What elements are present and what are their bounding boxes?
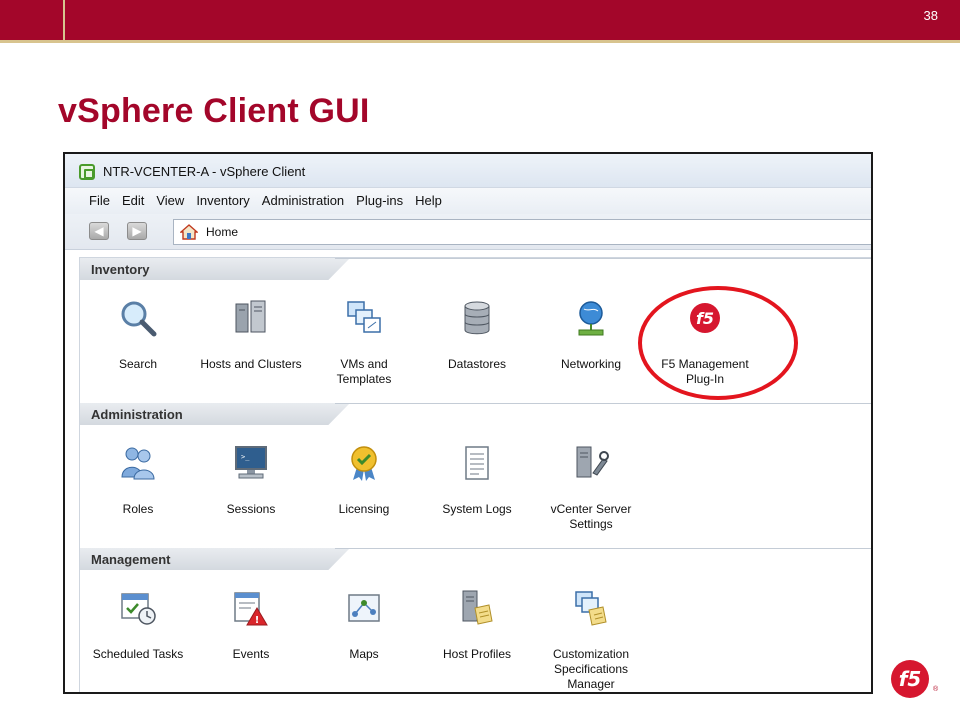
menu-inventory[interactable]: Inventory (190, 188, 255, 214)
host-profiles-icon (462, 590, 493, 625)
home-icon (180, 224, 198, 240)
datastore-icon (464, 301, 490, 335)
section-inventory: Inventory (80, 258, 871, 280)
section-label: Administration (91, 407, 183, 422)
vsphere-app-icon (79, 164, 95, 180)
tile-hosts-and-clusters[interactable]: Hosts and Clusters (191, 298, 311, 372)
scheduled-tasks-icon (121, 593, 156, 625)
customization-icon (575, 591, 607, 626)
slide-header-bar: 38 (0, 0, 960, 42)
licensing-icon (351, 446, 377, 481)
section-administration: Administration (80, 403, 871, 425)
address-bar[interactable]: Home (173, 219, 871, 245)
tile-scheduled-tasks[interactable]: Scheduled Tasks (78, 588, 198, 662)
events-icon: ! (234, 592, 268, 626)
hosts-clusters-icon (235, 300, 266, 333)
tile-search[interactable]: Search (78, 298, 198, 372)
networking-icon (578, 301, 604, 336)
menu-view[interactable]: View (150, 188, 190, 214)
forward-arrow-icon[interactable]: ▶ (127, 222, 147, 240)
header-gold-stripe (0, 40, 960, 43)
search-icon (121, 301, 157, 337)
tile-maps[interactable]: Maps (304, 588, 424, 662)
home-content: Inventory Search Hosts and Clusters VMs … (78, 257, 871, 692)
section-label: Management (91, 552, 171, 567)
toolbar: ◀ ▶ Home (65, 214, 871, 250)
tile-roles[interactable]: Roles (78, 443, 198, 517)
section-management: Management (80, 548, 871, 570)
tile-datastores[interactable]: Datastores (417, 298, 537, 372)
menubar: File Edit View Inventory Administration … (65, 188, 871, 214)
tile-licensing[interactable]: Licensing (304, 443, 424, 517)
f5-brand-logo: f5 (891, 660, 929, 698)
sessions-icon: >_ (235, 446, 267, 479)
window-titlebar: NTR-VCENTER-A - vSphere Client (65, 154, 871, 188)
svg-text:>_: >_ (241, 453, 250, 461)
menu-plug-ins[interactable]: Plug-ins (350, 188, 409, 214)
tile-vcenter-server-settings[interactable]: vCenter Server Settings (531, 443, 651, 532)
menu-help[interactable]: Help (409, 188, 448, 214)
svg-text:!: ! (255, 615, 260, 626)
tile-customization-specifications-manager[interactable]: Customization Specifications Manager (531, 588, 651, 692)
window-title: NTR-VCENTER-A - vSphere Client (103, 164, 306, 179)
tile-system-logs[interactable]: System Logs (417, 443, 537, 517)
registered-mark: ® (933, 686, 939, 693)
tile-vms-and-templates[interactable]: VMs and Templates (304, 298, 424, 387)
maps-icon (348, 594, 380, 622)
slide-title: vSphere Client GUI (58, 92, 370, 130)
tile-sessions[interactable]: >_ Sessions (191, 443, 311, 517)
section-label: Inventory (91, 262, 150, 277)
vms-templates-icon (347, 301, 381, 333)
menu-edit[interactable]: Edit (116, 188, 150, 214)
tile-networking[interactable]: Networking (531, 298, 651, 372)
menu-administration[interactable]: Administration (256, 188, 350, 214)
roles-icon (121, 447, 155, 480)
back-arrow-icon[interactable]: ◀ (89, 222, 109, 240)
address-text: Home (206, 225, 239, 239)
svg-text:f5: f5 (899, 667, 922, 691)
highlight-oval (638, 286, 798, 400)
header-divider (63, 0, 65, 42)
server-settings-icon (576, 446, 609, 478)
tile-events[interactable]: ! Events (191, 588, 311, 662)
vsphere-window: NTR-VCENTER-A - vSphere Client File Edit… (63, 152, 873, 694)
tile-host-profiles[interactable]: Host Profiles (417, 588, 537, 662)
menu-file[interactable]: File (83, 188, 116, 214)
system-logs-icon (465, 446, 489, 480)
slide-number: 38 (923, 8, 938, 23)
